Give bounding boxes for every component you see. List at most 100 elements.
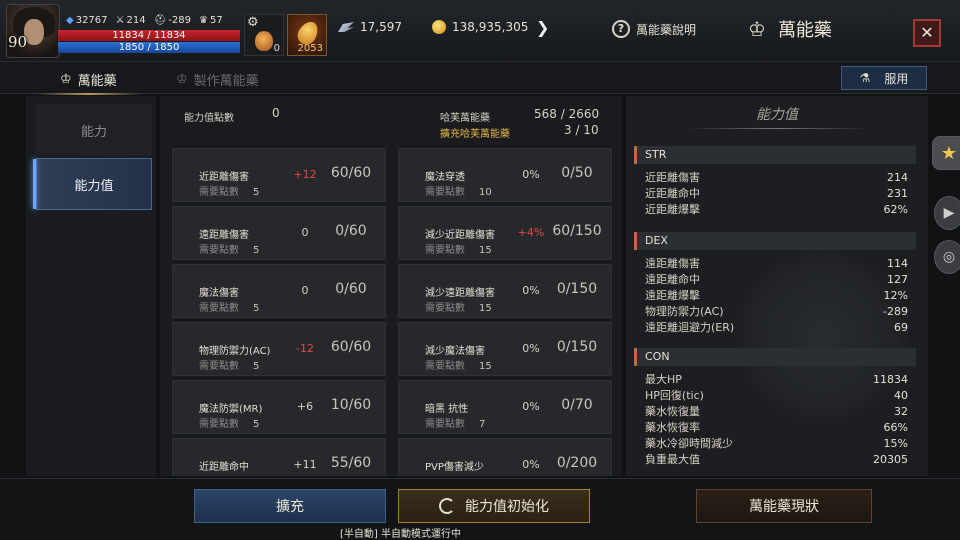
stat-row: 物理防禦力(AC) -289 (634, 304, 916, 320)
play-icon[interactable]: ▶ (934, 196, 960, 230)
tab-elixir[interactable]: ♔ 萬能藥 (36, 66, 141, 95)
wing-currency: 17,597 (338, 20, 402, 34)
reset-stats-button[interactable]: 能力值初始化 (398, 489, 590, 523)
stat-card-name: 遠距離傷害 (199, 230, 249, 241)
nav-item-stats[interactable]: 能力值 (33, 158, 152, 210)
stat-value: 114 (887, 257, 908, 270)
swirl-icon[interactable]: ◎ (934, 240, 960, 274)
stats-title: 能力值 (756, 107, 798, 123)
stat-card-need: 需要點數20 (425, 473, 492, 476)
need-value: 15 (479, 361, 492, 372)
stat-row: 遠距離迴避力(ER) 69 (634, 320, 916, 336)
stat-key: 近距離傷害 (645, 171, 700, 184)
stat-card[interactable]: 遠距離傷害 需要點數 5 0 0/60 (172, 206, 386, 260)
hp-bar: 11834 / 11834 (58, 30, 240, 41)
need-label: 需要點數 (199, 303, 239, 314)
expand-button[interactable]: 擴充 (194, 489, 386, 523)
stat-value: 32 (894, 405, 908, 418)
tab-craft-elixir[interactable]: ♔ 製作萬能藥 (176, 66, 259, 92)
stat-value: 15% (883, 437, 908, 450)
page-title: 萬能藥 (777, 20, 832, 41)
stat-card-need: 需要點數 10 (425, 183, 492, 198)
need-value: 10 (479, 187, 492, 198)
expand-button-label: 擴充 (276, 499, 304, 515)
need-value: 5 (253, 361, 260, 372)
stat-section-head: DEX (634, 232, 916, 250)
points-value: 0 (272, 106, 280, 120)
help-label: 萬能藥說明 (636, 22, 697, 37)
stat-card-need: 需要點數 5 (199, 183, 259, 198)
attack-value: 214 (126, 15, 146, 26)
favorite-star-icon[interactable]: ★ (932, 136, 960, 170)
power-icon: ◆ (66, 15, 74, 26)
elixir-count: 2053 (297, 43, 323, 54)
stat-key: 遠距離迴避力(ER) (645, 321, 735, 334)
stat-key: 物理防禦力(AC) (645, 305, 724, 318)
stat-row: 遠距離傷害 114 (634, 256, 916, 272)
stat-card-bonus: 0 (301, 284, 309, 297)
stat-card-need: 需要點數 5 (199, 357, 259, 372)
stat-value: 66% (883, 421, 908, 434)
gear-icon[interactable]: ⚙ (247, 15, 259, 30)
stat-card-name: 暗黑 抗性 (425, 404, 469, 415)
need-label: 需要點數 (425, 245, 465, 256)
need-value: 7 (479, 419, 486, 430)
need-value: 5 (253, 245, 260, 256)
stats-panel: 能力值 STR 近距離傷害 214 近距離命中 231 近距離爆擊 62% DEX 遠距離傷害 1… (626, 96, 928, 476)
stat-card-need: 需要點數 5 (199, 241, 259, 256)
need-label: 需要點數 (425, 303, 465, 314)
reset-icon (439, 498, 455, 514)
stat-card[interactable]: 魔法傷害 需要點數 5 0 0/60 (172, 264, 386, 318)
elixir-slot[interactable]: 2053 (287, 14, 327, 56)
stat-row: HP回復(tic) 40 (634, 388, 916, 404)
stat-card-bonus: 0 (301, 226, 309, 239)
crest-icon: ♔ (60, 71, 72, 87)
points-label: 能力值點數 (184, 113, 234, 124)
stat-value: 214 (887, 171, 908, 184)
stat-card[interactable]: 減少遠距離傷害 需要點數 15 0% 0/150 (398, 264, 612, 318)
stat-row: 藥水恢復量 32 (634, 404, 916, 420)
stat-card[interactable]: 近距離傷害 需要點數 5 +12 60/60 (172, 148, 386, 202)
stat-card-name: 減少遠距離傷害 (425, 288, 495, 299)
stat-card[interactable]: 減少近距離傷害 需要點數 15 +4% 60/150 (398, 206, 612, 260)
close-button[interactable]: ✕ (913, 19, 941, 47)
stat-card-bonus: 0% (522, 168, 540, 181)
stat-card[interactable]: PVP傷害減少需要點數20 0% 0/200 (398, 438, 612, 476)
defense-stat: ⛑ -289 (154, 15, 191, 26)
stat-value: 12% (883, 289, 908, 302)
stat-key: 藥水恢復量 (645, 405, 700, 418)
currency-expand-arrow-icon[interactable]: ❯ (536, 18, 549, 37)
elixir-status-button[interactable]: 萬能藥現狀 (696, 489, 872, 523)
stat-section-head: STR (634, 146, 916, 164)
help-button[interactable]: ? 萬能藥說明 (612, 20, 696, 38)
tab-elixir-label: 萬能藥 (77, 73, 117, 89)
stat-card[interactable]: 暗黑 抗性 需要點數 7 0% 0/70 (398, 380, 612, 434)
stat-card[interactable]: 物理防禦力(AC) 需要點數 5 -12 60/60 (172, 322, 386, 376)
stat-card-progress: 60/60 (330, 165, 372, 181)
stat-card[interactable]: 近距離命中需要點數5 +11 55/60 (172, 438, 386, 476)
stat-card-need: 需要點數 7 (425, 415, 485, 430)
stat-section: DEX 遠距離傷害 114 遠距離命中 127 遠距離爆擊 12% 物理防禦力(AC) -289… (634, 232, 916, 336)
need-value: 5 (253, 419, 260, 430)
reset-button-label: 能力值初始化 (465, 499, 549, 515)
stat-card-progress: 0/50 (561, 165, 593, 181)
stat-row: 藥水恢復率 66% (634, 420, 916, 436)
status-button-label: 萬能藥現狀 (749, 499, 819, 515)
need-label: 需要點數 (425, 361, 465, 372)
need-value: 5 (253, 303, 260, 314)
potion-slot[interactable]: ⚙ 0 (244, 14, 284, 56)
stat-card-progress: 60/60 (330, 339, 372, 355)
stat-card[interactable]: 魔法穿透 需要點數 10 0% 0/50 (398, 148, 612, 202)
stat-card[interactable]: 魔法防禦(MR) 需要點數 5 +6 10/60 (172, 380, 386, 434)
need-label: 需要點數 (425, 419, 465, 430)
stat-card-bonus: 0% (522, 284, 540, 297)
use-elixir-button[interactable]: ⚗ 服用 (841, 66, 927, 90)
nav-item-ability[interactable]: 能力 (36, 104, 152, 156)
stat-key: 遠距離傷害 (645, 257, 700, 270)
stat-key: 負重最大值 (645, 453, 700, 466)
stat-key: 遠距離命中 (645, 273, 700, 286)
need-label: 需要點數 (425, 187, 465, 198)
expand-value: 3 / 10 (564, 123, 599, 137)
character-level: 90 (8, 33, 28, 51)
stat-card[interactable]: 減少魔法傷害 需要點數 15 0% 0/150 (398, 322, 612, 376)
